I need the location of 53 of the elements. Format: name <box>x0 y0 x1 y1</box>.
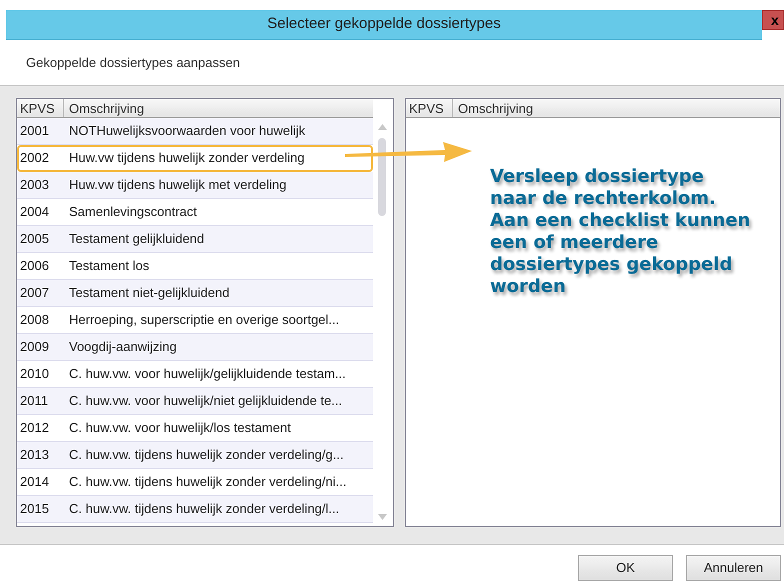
code-cell-text: 2013 <box>19 446 50 464</box>
code-cell-text: 2005 <box>19 230 50 248</box>
description-cell-text: NOTHuwelijksvoorwaarden voor huwelijk <box>68 122 306 140</box>
code-cell-text: 2008 <box>19 311 50 330</box>
list-row[interactable]: 2003 Huw.vw tijdens huwelijk met verdeling <box>17 172 373 199</box>
list-row[interactable]: 2001 NOTHuwelijksvoorwaarden voor huwelijk <box>17 118 373 145</box>
column-heading[interactable]: Omschrijving <box>453 99 780 117</box>
instruction-text: Versleep dossiertype naar de rechterkolom. Aan een checklist kunnen een of meerdere dossiertypes gekoppeld worden <box>490 166 752 298</box>
list-row[interactable]: 2015 C. huw.vw. tijdens huwelijk zonder verdeling/l... <box>17 496 373 523</box>
description-cell-text: C. huw.vw. voor huwelijk/niet gelijkluidende te... <box>68 392 342 410</box>
close-button[interactable]: x <box>762 10 784 30</box>
column-heading[interactable]: Omschrijving <box>64 99 373 117</box>
dialog-button[interactable]: OK <box>578 555 673 581</box>
description-cell-text: Voogdij-aanwijzing <box>68 338 177 356</box>
description-cell-text: C. huw.vw. tijdens huwelijk zonder verdeling/ni... <box>68 473 346 492</box>
dialog-button[interactable]: Annuleren <box>686 555 781 581</box>
description-cell-text: Testament niet-gelijkluidend <box>68 284 230 302</box>
column-heading[interactable]: KPVS <box>406 99 453 117</box>
description-cell-text: C. huw.vw. voor huwelijk/gelijkluidende testam... <box>68 365 346 384</box>
list-row[interactable]: 2011 C. huw.vw. voor huwelijk/niet gelijkluidende te... <box>17 388 373 415</box>
description-cell-text: Testament gelijkluidend <box>68 230 204 248</box>
arrow-icon <box>345 139 473 165</box>
list-row[interactable]: 2002 Huw.vw tijdens huwelijk zonder verdeling <box>17 145 373 172</box>
scroll-thumb[interactable] <box>378 138 386 216</box>
code-cell-text: 2007 <box>19 284 50 302</box>
list-row[interactable]: 2013 C. huw.vw. tijdens huwelijk zonder verdeling/g... <box>17 442 373 469</box>
description-cell-text: C. huw.vw. voor huwelijk/los testament <box>68 419 291 438</box>
description-cell-text: C. huw.vw. tijdens huwelijk zonder verdeling/g... <box>68 446 344 464</box>
description-cell-text: Huw.vw tijdens huwelijk met verdeling <box>68 176 286 194</box>
code-cell-text: 2009 <box>19 338 50 356</box>
description-cell-text: Samenlevingscontract <box>68 203 197 222</box>
description-cell-text: C. huw.vw. tijdens huwelijk zonder verdeling/l... <box>68 500 340 518</box>
code-cell-text: 2006 <box>19 257 50 276</box>
code-cell-text: 2010 <box>19 365 50 384</box>
description-cell-text: Huw.vw tijdens huwelijk zonder verdeling <box>68 149 305 168</box>
code-cell-text: 2001 <box>19 122 50 140</box>
code-cell-text: 2014 <box>19 473 50 492</box>
list-row[interactable]: 2009 Voogdij-aanwijzing <box>17 334 373 361</box>
code-cell-text: 2004 <box>19 203 50 222</box>
dialog-subtitle: Gekoppelde dossiertypes aanpassen <box>26 54 240 72</box>
code-cell-text: 2003 <box>19 176 50 194</box>
code-cell-text: 2015 <box>19 500 50 518</box>
list-row[interactable]: 2005 Testament gelijkluidend <box>17 226 373 253</box>
description-cell-text: Testament los <box>68 257 150 276</box>
code-cell-text: 2011 <box>19 392 49 410</box>
code-cell-text: 2012 <box>19 419 50 438</box>
scroll-up-icon[interactable] <box>378 124 387 130</box>
description-cell-text: Herroeping, superscriptie en overige soortgel... <box>68 311 340 330</box>
list-row[interactable]: 2007 Testament niet-gelijkluidend <box>17 280 373 307</box>
window-title: Selecteer gekoppelde dossiertypes <box>267 14 501 34</box>
column-heading[interactable]: KPVS <box>17 99 64 117</box>
scroll-down-icon[interactable] <box>378 514 387 520</box>
code-cell-text: 2002 <box>19 149 50 168</box>
